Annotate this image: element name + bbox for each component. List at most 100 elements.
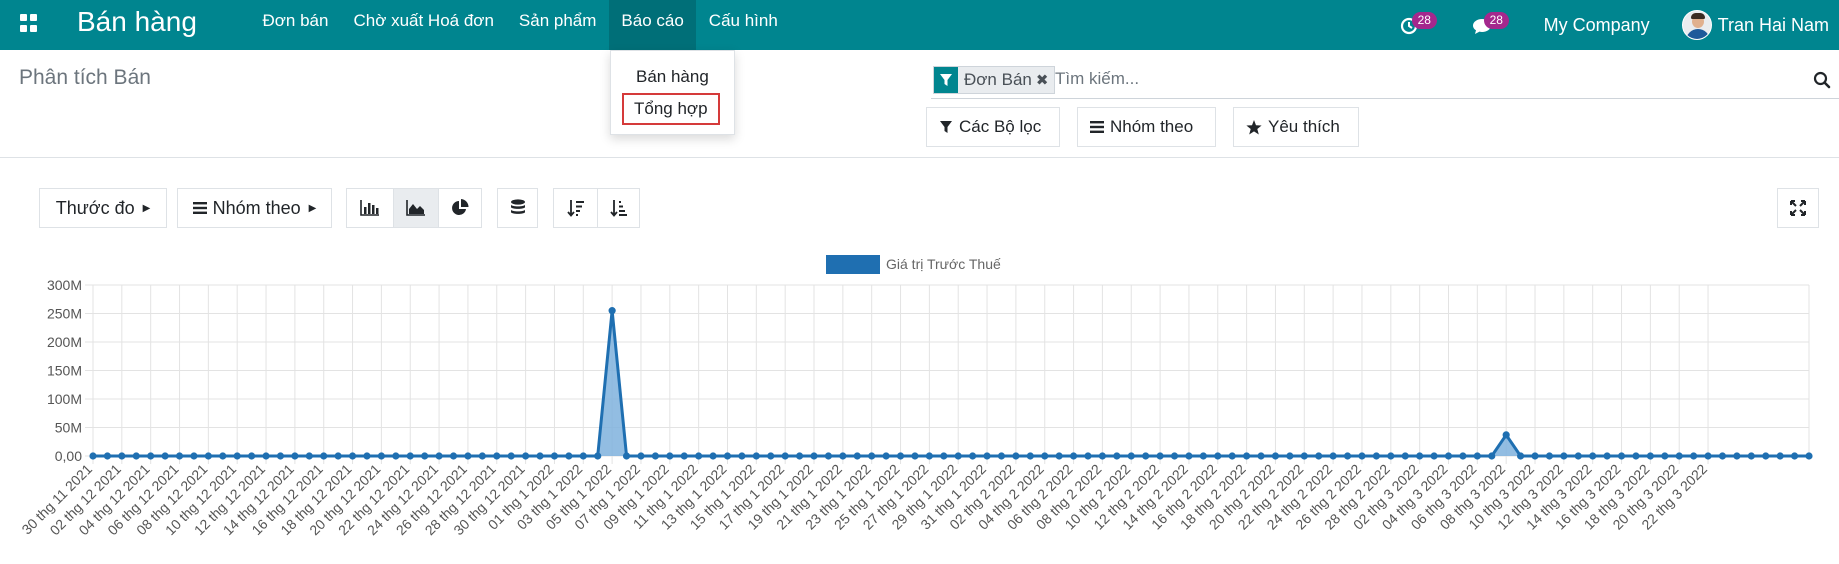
data-point — [1084, 452, 1092, 460]
systray: 28 28 My Company Tran Hai Nam — [1400, 0, 1839, 50]
data-point — [666, 452, 674, 460]
data-point — [810, 452, 818, 460]
stacked-button[interactable] — [497, 188, 538, 228]
data-point — [839, 452, 847, 460]
data-point — [911, 452, 919, 460]
fullscreen-button[interactable] — [1777, 188, 1819, 228]
data-point — [1170, 452, 1179, 460]
data-point — [1718, 452, 1727, 460]
data-point — [550, 452, 559, 460]
search-input[interactable] — [1055, 69, 1755, 89]
data-point — [204, 452, 212, 460]
data-point — [868, 452, 876, 460]
data-point — [1416, 452, 1424, 460]
line-chart-button[interactable] — [393, 188, 438, 228]
data-point — [493, 452, 501, 460]
menu-don-ban[interactable]: Đơn bán — [250, 0, 341, 50]
favorites-button[interactable]: Yêu thích — [1233, 107, 1359, 147]
data-point — [334, 452, 342, 460]
data-point — [594, 452, 602, 460]
measures-button[interactable]: Thước đo ▶ — [39, 188, 167, 228]
menu-cau-hinh[interactable]: Cấu hình — [696, 0, 790, 50]
data-point — [695, 452, 703, 460]
data-point — [608, 307, 616, 315]
y-tick-label: 0,00 — [55, 448, 82, 464]
chart-grid — [85, 284, 1810, 464]
messages-button[interactable]: 28 — [1472, 5, 1509, 45]
groupby-button[interactable]: Nhóm theo — [1077, 107, 1216, 147]
x-axis: 30 thg 11 202102 thg 12 202104 thg 12 20… — [18, 461, 1710, 539]
sort-ascending-button[interactable] — [597, 188, 640, 228]
data-point — [233, 452, 241, 460]
filters-label: Các Bộ lọc — [959, 117, 1042, 136]
sort-descending-icon — [566, 200, 584, 217]
menu-cho-xuat-hoa-don[interactable]: Chờ xuất Hoá đơn — [341, 0, 506, 50]
y-tick-label: 200M — [47, 334, 82, 350]
pie-chart-icon — [452, 199, 469, 215]
bao-cao-dropdown: Bán hàng Tổng hợp — [610, 50, 735, 135]
facet-remove-icon[interactable]: ✖ — [1036, 71, 1055, 89]
data-point — [1430, 452, 1438, 460]
y-tick-label: 250M — [47, 306, 82, 322]
user-menu[interactable]: Tran Hai Nam — [1681, 10, 1829, 40]
menu-bao-cao[interactable]: Báo cáo — [608, 0, 697, 50]
data-point — [1329, 452, 1337, 460]
sort-descending-button[interactable] — [553, 188, 597, 228]
data-point — [1286, 452, 1294, 460]
pie-chart-button[interactable] — [438, 188, 482, 228]
avatar — [1681, 10, 1712, 40]
legend-swatch[interactable] — [826, 255, 880, 274]
main-menu: Đơn bán Chờ xuất Hoá đơn Sản phẩm Báo cá… — [250, 0, 790, 50]
graph-groupby-button[interactable]: Nhóm theo ▶ — [177, 188, 332, 228]
data-point — [118, 452, 126, 460]
data-point — [291, 452, 299, 460]
data-point — [377, 452, 386, 460]
data-point — [738, 452, 746, 460]
company-switcher[interactable]: My Company — [1544, 15, 1650, 36]
data-point — [925, 452, 933, 460]
filter-icon — [940, 121, 952, 133]
data-point — [896, 452, 905, 460]
data-point — [190, 452, 198, 460]
bar-chart-button[interactable] — [346, 188, 393, 228]
sort-ascending-icon — [609, 200, 627, 217]
data-point — [997, 452, 1006, 460]
data-point — [248, 452, 256, 460]
dropdown-item-tong-hop[interactable]: Tổng hợp — [622, 93, 720, 125]
app-title[interactable]: Bán hàng — [77, 6, 197, 38]
bars-icon — [192, 202, 207, 214]
data-point — [1199, 452, 1207, 460]
data-point — [421, 452, 429, 460]
filters-button[interactable]: Các Bộ lọc — [926, 107, 1060, 147]
data-point — [1041, 452, 1049, 460]
legend-label[interactable]: Giá trị Trước Thuế — [886, 256, 1001, 272]
data-point — [1358, 452, 1366, 460]
dropdown-item-ban-hang[interactable]: Bán hàng — [636, 67, 709, 87]
caret-right-icon: ▶ — [308, 202, 317, 214]
data-point — [1387, 452, 1395, 460]
data-point — [464, 452, 472, 460]
data-point — [1661, 452, 1669, 460]
activity-badge: 28 — [1411, 12, 1437, 29]
app-switcher-icon[interactable] — [20, 14, 38, 32]
data-point — [983, 452, 991, 460]
data-point — [103, 452, 112, 460]
data-point — [680, 452, 688, 460]
chart-legend[interactable]: Giá trị Trước Thuế — [826, 255, 1001, 274]
menu-san-pham[interactable]: Sản phẩm — [506, 0, 609, 50]
search-facet: Đơn Bán ✖ — [933, 66, 1056, 94]
data-point — [954, 452, 962, 460]
data-point — [147, 452, 155, 460]
data-point — [1113, 452, 1121, 460]
y-axis: 0,00 50M 100M 150M 200M 250M 300M — [47, 277, 82, 464]
data-point — [1675, 452, 1683, 460]
filter-facet-icon — [934, 67, 958, 93]
activity-button[interactable]: 28 — [1400, 5, 1437, 45]
data-point — [1098, 452, 1107, 460]
search-bar: Đơn Bán ✖ — [931, 63, 1839, 99]
data-point — [940, 452, 948, 460]
messages-badge: 28 — [1483, 12, 1509, 29]
data-point — [795, 452, 804, 460]
search-icon[interactable] — [1813, 71, 1831, 94]
measures-label: Thước đo — [55, 197, 135, 218]
